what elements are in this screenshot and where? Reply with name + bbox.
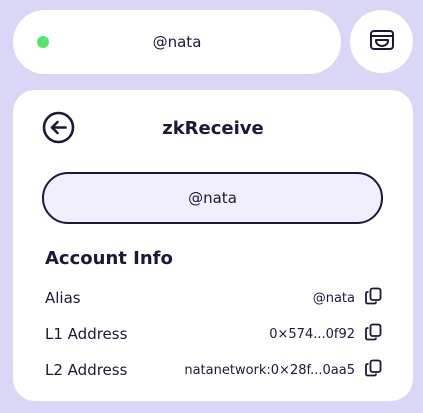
copy-alias-button[interactable] xyxy=(363,287,383,309)
copy-l2-address-button[interactable] xyxy=(363,359,383,381)
profile-handle: @nata xyxy=(152,33,202,51)
l1-address-row: L1 Address 0×574...0f92 xyxy=(45,322,383,346)
l1-address-label: L1 Address xyxy=(45,325,128,343)
l2-address-label: L2 Address xyxy=(45,361,128,379)
page-title: zkReceive xyxy=(162,118,264,139)
l2-address-value: natanetwork:0×28f...0aa5 xyxy=(184,362,355,378)
account-info-heading: Account Info xyxy=(45,248,173,269)
profile-bar: @nata xyxy=(13,10,341,74)
alias-value: @nata xyxy=(312,290,355,306)
l2-address-row: L2 Address natanetwork:0×28f...0aa5 xyxy=(45,358,383,382)
copy-icon xyxy=(364,287,382,309)
alias-row: Alias @nata xyxy=(45,286,383,310)
wallet-icon xyxy=(369,28,395,56)
copy-icon xyxy=(364,359,382,381)
wallet-button[interactable] xyxy=(350,10,413,73)
copy-icon xyxy=(364,323,382,345)
alias-label: Alias xyxy=(45,289,81,307)
handle-display[interactable]: @nata xyxy=(42,172,383,224)
l1-address-value: 0×574...0f92 xyxy=(269,326,355,342)
copy-l1-address-button[interactable] xyxy=(363,323,383,345)
zkreceive-card: zkReceive @nata Account Info Alias @nata… xyxy=(13,90,413,401)
